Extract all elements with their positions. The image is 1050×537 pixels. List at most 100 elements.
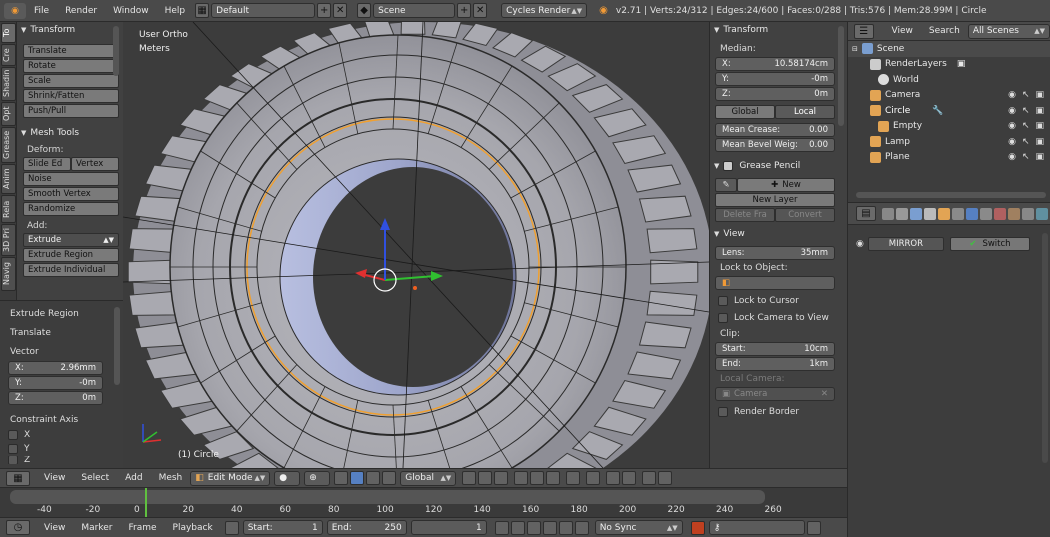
snap-element-icon[interactable] (622, 471, 637, 485)
outliner-item-camera[interactable]: Camera ◉ ↖ ▣ (848, 88, 1050, 104)
tl-menu-marker[interactable]: Marker (73, 523, 120, 533)
next-keyframe-icon[interactable] (558, 520, 573, 535)
tl-menu-frame[interactable]: Frame (120, 523, 164, 533)
texture-tab-icon[interactable] (1008, 207, 1020, 220)
prev-keyframe-icon[interactable] (510, 520, 525, 535)
slide-edge-button[interactable]: Slide Ed (23, 157, 71, 171)
render-tab-icon[interactable] (882, 207, 894, 220)
transform-panel-header[interactable]: ▼ Transform (710, 22, 847, 38)
expand-icon[interactable]: ⊟ (852, 45, 858, 53)
edge-select-icon[interactable] (530, 471, 545, 485)
redo-scrollbar[interactable] (114, 307, 120, 385)
randomize-button[interactable]: Randomize (23, 202, 119, 216)
timeline-h-scrollbar[interactable] (10, 490, 765, 504)
constraint-x-checkbox[interactable]: X (0, 428, 123, 442)
noise-button[interactable]: Noise (23, 172, 119, 186)
extrude-dropdown[interactable]: Extrude ▲▼ (23, 233, 119, 247)
clear-icon[interactable]: ✕ (821, 389, 828, 399)
translate-button[interactable]: Translate (23, 44, 119, 58)
pencil-icon[interactable]: ✎ (715, 178, 737, 192)
physics-tab-icon[interactable] (1036, 207, 1048, 220)
mirror-modifier-button[interactable]: MIRROR (867, 237, 944, 251)
cursor-icon[interactable]: ↖ (1022, 137, 1030, 147)
mode-dropdown[interactable]: ◧ Edit Mode ▲▼ (190, 470, 271, 486)
current-frame-field[interactable]: 1 (410, 520, 487, 535)
constraint-y-checkbox[interactable]: Y (0, 442, 123, 456)
median-x-field[interactable]: X: 10.58174cm (715, 57, 835, 71)
shading-dropdown[interactable]: ● (274, 470, 301, 486)
render-icon[interactable]: ▣ (1035, 106, 1044, 116)
clip-end-field[interactable]: End: 1km (715, 357, 835, 371)
vp-menu-mesh[interactable]: Mesh (151, 473, 191, 483)
view-panel-header[interactable]: ▼ View (710, 226, 847, 242)
menu-render[interactable]: Render (57, 6, 105, 16)
tab-shading[interactable]: Shadin (1, 67, 16, 101)
scale-manipulator-icon[interactable] (382, 471, 397, 485)
toolshelf-scrollbar[interactable] (113, 26, 119, 76)
end-frame-field[interactable]: End: 250 (326, 520, 407, 535)
new-grease-button[interactable]: ✚ New (737, 178, 835, 192)
scene-dropdown[interactable]: Scene (373, 3, 456, 18)
tl-menu-view[interactable]: View (36, 523, 73, 533)
vertex-slide-button[interactable]: Vertex (71, 157, 119, 171)
npanel-scrollbar[interactable] (838, 26, 844, 126)
tab-create[interactable]: Cre (1, 44, 16, 66)
editor-type-icon[interactable]: ☰ (854, 23, 874, 39)
outliner-view-menu[interactable]: View (884, 26, 921, 36)
lock-object-field[interactable]: ◧ (715, 276, 835, 290)
mesh-tools-panel-header[interactable]: ▼ Mesh Tools (17, 125, 123, 141)
outliner-item-lamp[interactable]: Lamp ◉ ↖ ▣ (848, 134, 1050, 150)
play-icon[interactable] (542, 520, 557, 535)
layout-type-icon[interactable]: ▦ (195, 3, 210, 18)
tab-3d-print[interactable]: 3D Pri (1, 224, 16, 256)
layer-button-2[interactable] (478, 471, 493, 485)
tab-tools[interactable]: To (1, 23, 16, 43)
outliner-item-renderlayers[interactable]: RenderLayers ▣ (848, 57, 1050, 73)
constraints-tab-icon[interactable] (952, 207, 964, 220)
vector-z-field[interactable]: Z: 0m (8, 391, 103, 405)
keying-set-field[interactable]: ⚷ (708, 520, 805, 535)
world-tab-icon[interactable] (924, 207, 936, 220)
shrink-fatten-button[interactable]: Shrink/Fatten (23, 89, 119, 103)
smooth-vertex-button[interactable]: Smooth Vertex (23, 187, 119, 201)
translate-manipulator-icon[interactable] (350, 471, 365, 485)
vertex-select-icon[interactable] (514, 471, 529, 485)
vp-menu-add[interactable]: Add (117, 473, 150, 483)
lens-field[interactable]: Lens: 35mm (715, 246, 835, 260)
global-toggle[interactable]: Global (715, 105, 775, 119)
mean-bevel-field[interactable]: Mean Bevel Weig: 0.00 (715, 138, 835, 152)
render-preview-icon[interactable] (642, 471, 657, 485)
blender-logo-icon[interactable]: ◉ (4, 2, 26, 19)
push-pull-button[interactable]: Push/Pull (23, 104, 119, 118)
scene-remove-button[interactable]: ✕ (473, 3, 488, 18)
layout-dropdown[interactable]: Default (211, 3, 316, 18)
tl-menu-playback[interactable]: Playback (165, 523, 221, 533)
menu-help[interactable]: Help (157, 6, 194, 16)
outliner-scope-dropdown[interactable]: All Scenes ▲▼ (967, 23, 1050, 39)
insert-keyframe-icon[interactable] (806, 520, 821, 535)
render-border-checkbox[interactable]: Render Border (710, 405, 847, 419)
cursor-icon[interactable]: ↖ (1022, 90, 1030, 100)
transform-panel-header[interactable]: ▼ Transform (17, 22, 123, 38)
object-tab-icon[interactable] (938, 207, 950, 220)
eye-icon[interactable]: ◉ (1008, 152, 1016, 162)
eye-toggle-icon[interactable]: ◉ (856, 239, 864, 249)
scene-type-icon[interactable]: ◆ (357, 3, 372, 18)
menu-window[interactable]: Window (105, 6, 157, 16)
mean-crease-field[interactable]: Mean Crease: 0.00 (715, 123, 835, 137)
layout-add-button[interactable]: + (317, 3, 332, 18)
layer-button-1[interactable] (462, 471, 477, 485)
median-z-field[interactable]: Z: 0m (715, 87, 835, 101)
lock-camera-checkbox[interactable]: Lock Camera to View (710, 311, 847, 325)
snap-icon[interactable] (606, 471, 621, 485)
grease-pencil-checkbox[interactable] (723, 161, 734, 171)
menu-file[interactable]: File (26, 6, 57, 16)
eye-icon[interactable]: ◉ (1008, 106, 1016, 116)
extrude-region-button[interactable]: Extrude Region (23, 248, 119, 262)
outliner-item-world[interactable]: World (848, 72, 1050, 88)
layout-remove-button[interactable]: ✕ (333, 3, 348, 18)
occlude-icon[interactable] (566, 471, 581, 485)
sync-dropdown[interactable]: No Sync ▲▼ (594, 520, 683, 535)
scene-tab-icon[interactable] (910, 207, 922, 220)
props-scrollbar[interactable] (1042, 233, 1048, 463)
